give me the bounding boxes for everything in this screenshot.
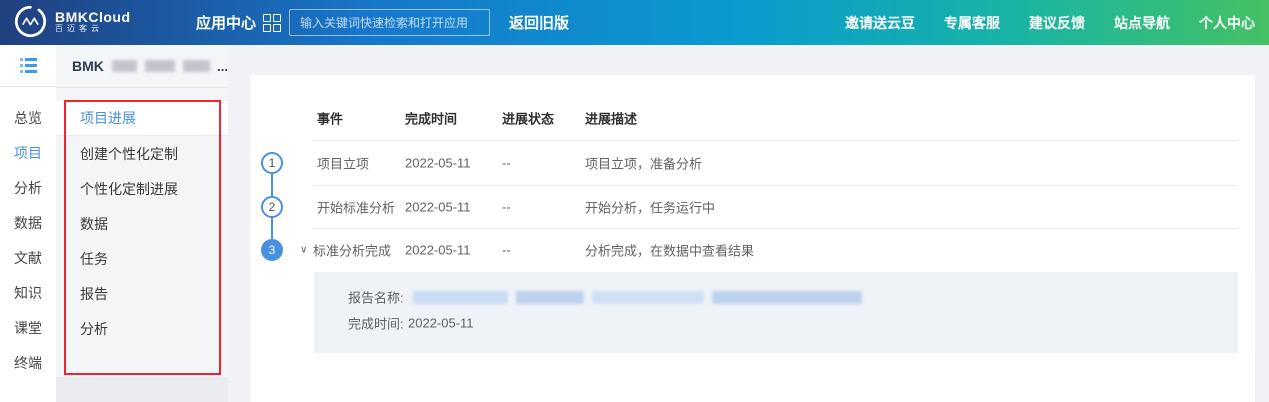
app-center-label: 应用中心	[196, 12, 256, 33]
primary-sidebar: 总览 项目 分析 数据 文献 知识 课堂 终端	[0, 45, 56, 402]
redacted-project-name	[112, 60, 137, 72]
row2-finish-time: 2022-05-11	[405, 200, 471, 215]
row3-detail-box	[314, 272, 1238, 353]
project-progress-card: 事件 完成时间 进展状态 进展描述 1 2 3 项目立项 2022-05-11 …	[250, 75, 1255, 402]
sidebar-item-overview[interactable]: 总览	[0, 100, 56, 135]
row2-description: 开始分析，任务运行中	[585, 198, 715, 217]
table-divider	[313, 228, 1238, 229]
sidebar-item-knowledge[interactable]: 知识	[0, 275, 56, 310]
row3-event[interactable]: 标准分析完成	[313, 241, 391, 260]
redacted-project-name	[183, 60, 210, 72]
chevron-down-icon[interactable]: ∨	[300, 245, 307, 256]
row3-description: 分析完成，在数据中查看结果	[585, 241, 754, 260]
redacted-project-name	[145, 60, 176, 72]
sidebar-item-data[interactable]: 数据	[0, 205, 56, 240]
header-links: 邀请送云豆 专属客服 建议反馈 站点导航 个人中心	[845, 0, 1255, 45]
panel-item-tasks[interactable]: 任务	[56, 241, 228, 276]
link-feedback[interactable]: 建议反馈	[1029, 13, 1085, 33]
apps-grid-icon	[263, 14, 281, 32]
sidebar-item-literature[interactable]: 文献	[0, 240, 56, 275]
row2-status: --	[502, 200, 511, 215]
table-divider	[313, 185, 1238, 186]
collapse-menu-button[interactable]	[0, 45, 56, 87]
sidebar-item-classroom[interactable]: 课堂	[0, 310, 56, 345]
col-header-finish-time: 完成时间	[405, 109, 457, 128]
project-title: BMK ...	[56, 45, 228, 88]
logo-subtitle: 百迈客云	[55, 25, 131, 33]
link-site-nav[interactable]: 站点导航	[1114, 13, 1170, 33]
logo-title: BMKCloud	[55, 10, 131, 25]
panel-item-analysis[interactable]: 分析	[56, 311, 228, 346]
panel-item-create-custom[interactable]: 创建个性化定制	[56, 136, 228, 171]
panel-item-project-progress[interactable]: 项目进展	[56, 101, 228, 136]
row3-finish-time: 2022-05-11	[405, 243, 471, 258]
panel-bottom-spacer	[56, 377, 228, 402]
col-header-status: 进展状态	[502, 109, 554, 128]
app-center-nav[interactable]: 应用中心	[196, 0, 281, 45]
report-name-label: 报告名称:	[348, 288, 404, 307]
timeline-step-3: 3	[261, 239, 283, 261]
row2-event: 开始标准分析	[317, 198, 395, 217]
sidebar-item-analysis[interactable]: 分析	[0, 170, 56, 205]
panel-item-data[interactable]: 数据	[56, 206, 228, 241]
row1-event: 项目立项	[317, 154, 369, 173]
back-to-old-version-button[interactable]: 返回旧版	[509, 0, 569, 45]
row1-finish-time: 2022-05-11	[405, 156, 471, 171]
top-header: BMKCloud 百迈客云 应用中心 返回旧版 邀请送云豆 专属客服 建议反馈 …	[0, 0, 1269, 45]
project-title-ellipsis: ...	[217, 59, 228, 74]
link-customer-service[interactable]: 专属客服	[944, 13, 1000, 33]
app-search-input[interactable]	[289, 9, 490, 36]
sidebar-item-projects[interactable]: 项目	[0, 135, 56, 170]
project-title-prefix: BMK	[72, 58, 104, 74]
link-invite-beans[interactable]: 邀请送云豆	[845, 13, 915, 33]
timeline-step-2: 2	[261, 196, 283, 218]
finish-time-label: 完成时间:	[348, 314, 404, 333]
finish-time-value: 2022-05-11	[408, 316, 474, 331]
panel-item-reports[interactable]: 报告	[56, 276, 228, 311]
list-menu-icon	[20, 58, 37, 73]
project-panel: BMK ... 项目进展 创建个性化定制 个性化定制进展 数据 任务 报告 分析	[56, 45, 228, 402]
link-personal-center[interactable]: 个人中心	[1199, 13, 1255, 33]
table-divider	[313, 140, 1238, 141]
sidebar-item-terminal[interactable]: 终端	[0, 345, 56, 380]
panel-item-custom-progress[interactable]: 个性化定制进展	[56, 171, 228, 206]
bmkcloud-logo[interactable]: BMKCloud 百迈客云	[14, 5, 131, 38]
redacted-report-name	[413, 291, 862, 304]
row1-status: --	[502, 156, 511, 171]
col-header-description: 进展描述	[585, 109, 637, 128]
col-header-event: 事件	[317, 109, 343, 128]
timeline-step-1: 1	[261, 152, 283, 174]
row1-description: 项目立项，准备分析	[585, 154, 702, 173]
bmkcloud-project-progress-page: { "header": { "logo_title": "BMKCloud", …	[0, 0, 1269, 402]
row3-status: --	[502, 243, 511, 258]
bmkcloud-logo-icon	[14, 5, 47, 38]
